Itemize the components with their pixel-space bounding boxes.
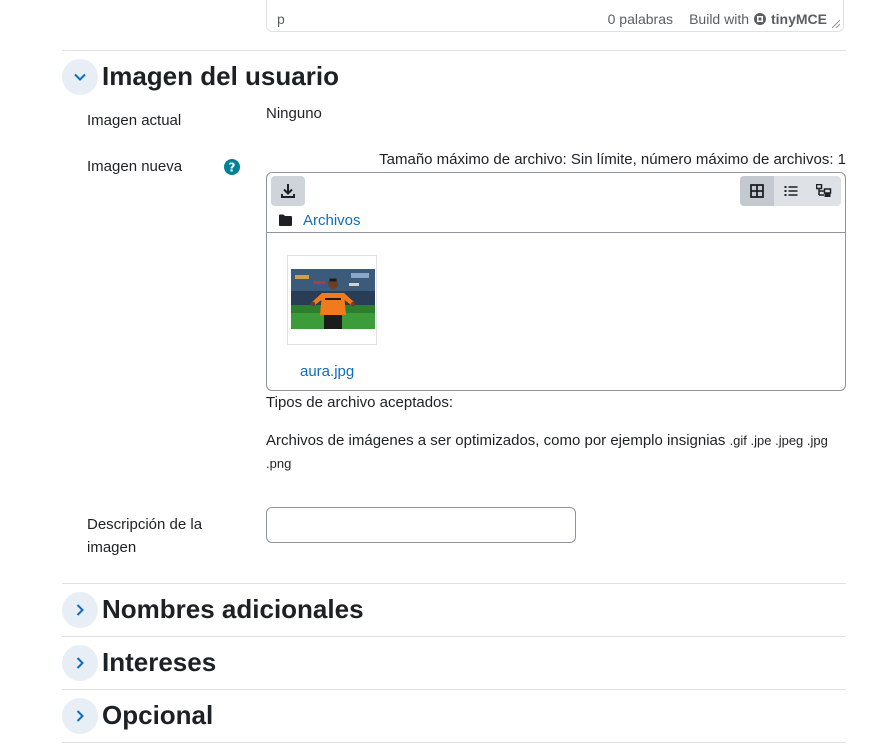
image-description-label-line1: Descripción de la [87,516,203,533]
image-description-label-line2: imagen [87,539,137,556]
section-divider [62,50,846,51]
chevron-right-icon [76,657,84,669]
grid-view-button[interactable] [740,176,774,206]
image-description-input[interactable] [266,507,576,543]
svg-text:?: ? [229,161,236,175]
section-divider [62,583,846,584]
tinymce-logo-icon [754,13,766,25]
collapse-toggle-picture[interactable] [62,59,98,95]
file-thumbnail[interactable] [287,255,377,345]
section-divider [62,636,846,637]
chevron-down-icon [74,73,86,81]
chevron-right-icon [76,710,84,722]
tinymce-brand: tinyMCE [771,11,827,27]
expand-toggle-optional[interactable] [62,698,98,734]
section-title-picture[interactable]: Imagen del usuario [102,61,339,92]
section-title-additional-names[interactable]: Nombres adicionales [102,594,364,625]
tree-view-button[interactable] [807,176,841,206]
accepted-types-title: Tipos de archivo aceptados: [266,394,454,411]
list-view-button[interactable] [774,176,808,206]
current-picture-value: Ninguno [266,105,322,122]
max-size-info: Tamaño máximo de archivo: Sin límite, nú… [379,151,846,168]
section-divider [62,742,846,743]
list-view-icon [784,186,797,196]
tree-view-icon [816,184,832,197]
accepted-types-desc: Archivos de imágenes a ser optimizados, … [266,432,828,449]
help-icon[interactable]: ? [224,159,240,175]
file-name-link[interactable]: aura.jpg [300,363,354,380]
file-manager-separator [267,232,845,233]
chevron-right-icon [76,604,84,616]
section-title-optional[interactable]: Opcional [102,700,213,731]
editor-path[interactable]: p [277,11,285,27]
current-picture-label: Imagen actual [87,112,182,129]
new-picture-label: Imagen nueva [87,158,183,175]
view-switcher [740,176,841,206]
word-count[interactable]: 0 palabras [608,11,673,27]
build-with-text: Build with [689,11,749,27]
resize-handle-icon[interactable] [832,20,840,28]
folder-icon [279,214,292,226]
expand-toggle-additional-names[interactable] [62,592,98,628]
expand-toggle-interests[interactable] [62,645,98,681]
grid-view-icon [749,184,764,198]
breadcrumb-folder-link[interactable]: Archivos [303,212,361,229]
tinymce-branding[interactable]: Build with tinyMCE [689,11,827,27]
accepted-types-desc-text: Archivos de imágenes a ser optimizados, … [266,432,726,449]
file-image-preview [291,269,375,329]
accepted-extensions-line1: .gif .jpe .jpeg .jpg [729,433,828,448]
section-divider [62,689,846,690]
accepted-extensions-line2: .png [266,456,292,471]
download-icon [281,184,295,198]
download-button[interactable] [271,176,305,206]
section-title-interests[interactable]: Intereses [102,647,216,678]
editor-statusbar: p 0 palabras Build with tinyMCE [266,0,844,32]
